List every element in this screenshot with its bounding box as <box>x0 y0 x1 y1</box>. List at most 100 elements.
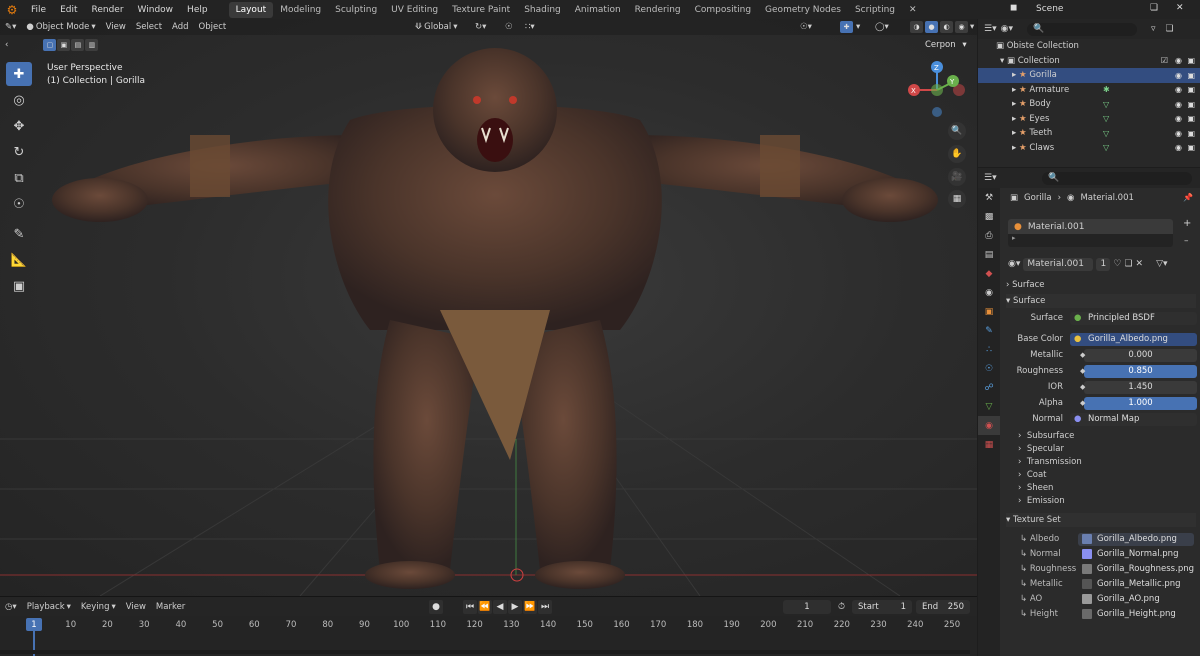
display-mode-icon[interactable]: ◉▾ <box>1001 24 1013 34</box>
camera-view-icon[interactable]: 🎥 <box>948 168 966 186</box>
new-scene-icon[interactable]: ❏ <box>1150 3 1158 13</box>
subpanel-coat[interactable]: › Coat <box>1018 468 1047 481</box>
exclude-checkbox-icon[interactable]: ☑ <box>1161 56 1168 65</box>
zoom-icon[interactable]: 🔍 <box>948 122 966 140</box>
expand-icon[interactable]: ▸ <box>1012 99 1016 109</box>
scale-tool-icon[interactable]: ⧉ <box>6 166 32 190</box>
new-collection-icon[interactable]: ❏ <box>1166 24 1174 34</box>
menu-window[interactable]: Window <box>131 5 181 15</box>
jump-end-icon[interactable]: ⏭ <box>538 599 552 614</box>
camera-icon[interactable]: ▣ <box>1187 100 1195 109</box>
pin-icon[interactable]: 📌 <box>1183 193 1193 202</box>
browse-material-icon[interactable]: ◉▾ <box>1008 259 1020 269</box>
scene-collection-row[interactable]: ▣ Obiste Collection <box>978 39 1200 54</box>
data-tab-icon[interactable]: ▽ <box>978 397 1000 416</box>
normal-field[interactable]: ● Normal Map <box>1070 412 1197 426</box>
surface-panel-header-2[interactable]: ▾ Surface <box>1006 294 1196 308</box>
duplicate-icon[interactable]: ❏ <box>1124 259 1132 269</box>
render-tab-icon[interactable]: ▩ <box>978 207 1000 226</box>
properties-editor-icon[interactable]: ☰▾ <box>984 173 997 183</box>
fake-user-icon[interactable]: ♡ <box>1113 259 1121 269</box>
texture-tab-icon[interactable]: ▦ <box>978 435 1000 454</box>
overlay-dropdown[interactable]: Cerpon ▾ <box>920 39 972 51</box>
remove-slot-icon[interactable]: – <box>1184 236 1189 246</box>
material-shading-icon[interactable]: ◐ <box>940 21 953 33</box>
visibility-eye-icon[interactable]: ◉ <box>1175 56 1182 65</box>
pivot-icon[interactable]: ↻▾ <box>470 21 491 33</box>
wireframe-shading-icon[interactable]: ◑ <box>910 21 923 33</box>
expand-icon[interactable]: ▸ <box>1012 114 1016 124</box>
editor-type-icon[interactable]: ✎▾ <box>0 21 21 33</box>
menu-timeline-view[interactable]: View <box>121 601 151 613</box>
menu-edit[interactable]: Edit <box>53 5 84 15</box>
base-color-field[interactable]: ● Gorilla_Albedo.png <box>1070 332 1197 346</box>
tab-sculpting[interactable]: Sculpting <box>328 2 384 18</box>
expand-icon[interactable]: ▸ <box>1012 128 1016 138</box>
jump-start-icon[interactable]: ⏮ <box>463 599 477 614</box>
outliner-item-gorilla[interactable]: ▸ ★ Gorilla ◉ ▣ <box>978 68 1200 83</box>
auto-key-icon[interactable]: ● <box>429 599 443 614</box>
visibility-eye-icon[interactable]: ◉ <box>1175 114 1182 123</box>
cursor-tool-icon[interactable]: ◎ <box>6 88 32 112</box>
rotate-tool-icon[interactable]: ↻ <box>6 140 32 164</box>
visibility-eye-icon[interactable]: ◉ <box>1175 129 1182 138</box>
camera-icon[interactable]: ▣ <box>1187 114 1195 123</box>
alpha-field[interactable]: 1.000 <box>1084 396 1197 410</box>
outliner-editor-icon[interactable]: ☰▾ <box>984 24 997 34</box>
properties-search-input[interactable]: 🔍 <box>1042 171 1192 185</box>
menu-object[interactable]: Object <box>194 21 232 33</box>
add-cube-tool-icon[interactable]: ▣ <box>6 274 32 298</box>
play-icon[interactable]: ▶ <box>508 599 522 614</box>
menu-add[interactable]: Add <box>167 21 193 33</box>
transform-orientation[interactable]: ⟱ Global ▾ <box>410 21 463 33</box>
overlay-icon[interactable]: ◯▾ <box>870 21 894 33</box>
expand-icon[interactable]: ▾ <box>1000 56 1004 66</box>
move-tool-icon[interactable]: ✥ <box>6 114 32 138</box>
blender-logo-icon[interactable]: ⚙ <box>0 0 24 19</box>
texture-file-field[interactable]: Gorilla_AO.png <box>1078 593 1194 606</box>
measure-tool-icon[interactable]: 📐 <box>6 248 32 272</box>
camera-icon[interactable]: ▣ <box>1187 56 1195 65</box>
texture-file-field[interactable]: Gorilla_Normal.png <box>1078 548 1194 561</box>
select-subtract-icon[interactable]: ▤ <box>71 39 85 51</box>
menu-view[interactable]: View <box>101 21 131 33</box>
visibility-eye-icon[interactable]: ◉ <box>1175 85 1182 94</box>
outliner-search-input[interactable]: 🔍 <box>1026 22 1137 36</box>
menu-file[interactable]: File <box>24 5 53 15</box>
start-frame-field[interactable]: Start 1 <box>852 599 912 614</box>
subpanel-sheen[interactable]: › Sheen <box>1018 481 1053 494</box>
material-slot-row[interactable]: ● Material.001 <box>1008 219 1173 234</box>
select-new-icon[interactable]: ▢ <box>43 39 57 51</box>
tab-rendering[interactable]: Rendering <box>628 2 688 18</box>
keyframe-dot-icon[interactable]: ◆ <box>1080 351 1085 359</box>
add-slot-icon[interactable]: + <box>1183 218 1191 229</box>
pan-hand-icon[interactable]: ✋ <box>948 145 966 163</box>
rendered-shading-icon[interactable]: ◉ <box>955 21 968 33</box>
camera-icon[interactable]: ▣ <box>1187 143 1195 152</box>
visibility-eye-icon[interactable]: ◉ <box>1175 143 1182 152</box>
list-resize-icon[interactable]: ▸ <box>1008 234 1173 242</box>
snap-target-icon[interactable]: ∷▾ <box>520 21 540 33</box>
keyframe-dot-icon[interactable]: ◆ <box>1080 367 1085 375</box>
material-name-field[interactable]: Material.001 <box>1023 257 1094 271</box>
modifier-tab-icon[interactable]: ✎ <box>978 321 1000 340</box>
tab-geometry-nodes[interactable]: Geometry Nodes <box>758 2 848 18</box>
surface-shader-field[interactable]: ● Principled BSDF <box>1070 311 1197 325</box>
gorilla-model[interactable] <box>40 40 950 600</box>
tab-animation[interactable]: Animation <box>568 2 628 18</box>
texture-file-field[interactable]: Gorilla_Height.png <box>1078 608 1194 621</box>
close-workspace-icon[interactable]: ✕ <box>902 2 924 18</box>
menu-marker[interactable]: Marker <box>151 601 190 613</box>
scene-tab-icon[interactable]: ◆ <box>978 264 1000 283</box>
metallic-field[interactable]: 0.000 <box>1084 348 1197 362</box>
remove-scene-icon[interactable]: ✕ <box>1176 3 1184 13</box>
prev-key-icon[interactable]: ⏪ <box>478 599 492 614</box>
select-box-tool-icon[interactable]: ✚ <box>6 62 32 86</box>
select-extend-icon[interactable]: ▣ <box>57 39 71 51</box>
menu-playback[interactable]: Playback ▾ <box>22 601 76 613</box>
tab-uv-editing[interactable]: UV Editing <box>384 2 445 18</box>
material-slot-list[interactable]: ● Material.001 ▸ <box>1008 219 1173 247</box>
chevron-down-icon[interactable]: ▾ <box>970 22 974 32</box>
roughness-field[interactable]: 0.850 <box>1084 364 1197 378</box>
navigation-gizmo[interactable]: Z X Y <box>905 60 970 122</box>
